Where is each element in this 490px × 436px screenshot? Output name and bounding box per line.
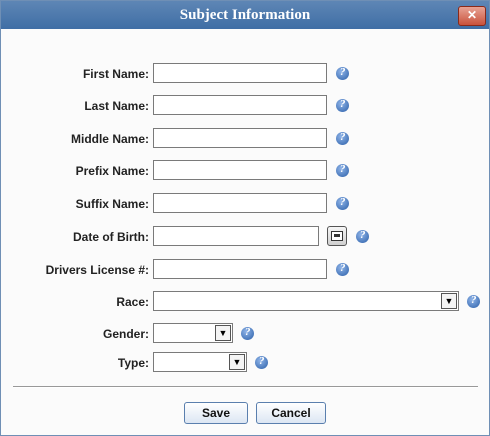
save-button[interactable]: Save [184, 402, 248, 424]
date-of-birth-input[interactable] [153, 226, 319, 246]
last-name-label: Last Name: [84, 99, 149, 113]
help-icon[interactable]: ? [255, 356, 268, 369]
chevron-down-icon[interactable]: ▼ [441, 293, 457, 309]
middle-name-input[interactable] [153, 128, 327, 148]
prefix-name-label: Prefix Name: [75, 164, 149, 178]
gender-label: Gender: [102, 327, 149, 341]
first-name-input[interactable] [153, 63, 327, 83]
calendar-icon[interactable] [327, 226, 347, 246]
last-name-input[interactable] [153, 95, 327, 115]
suffix-name-label: Suffix Name: [75, 197, 149, 211]
race-label: Race: [116, 295, 149, 309]
help-icon[interactable]: ? [336, 99, 349, 112]
chevron-down-icon[interactable]: ▼ [215, 325, 231, 341]
help-icon[interactable]: ? [356, 230, 369, 243]
suffix-name-input[interactable] [153, 193, 327, 213]
first-name-label: First Name: [82, 67, 149, 81]
race-select[interactable]: ▼ [153, 291, 459, 311]
help-icon[interactable]: ? [336, 263, 349, 276]
drivers-license-label: Drivers License #: [45, 263, 149, 277]
help-icon[interactable]: ? [336, 164, 349, 177]
subject-information-dialog: Subject Information ✕ First Name: ? Last… [0, 0, 490, 436]
date-of-birth-label: Date of Birth: [73, 230, 149, 244]
close-icon[interactable]: ✕ [458, 6, 486, 26]
title-bar: Subject Information ✕ [1, 1, 489, 29]
gender-select[interactable]: ▼ [153, 323, 233, 343]
help-icon[interactable]: ? [467, 295, 480, 308]
help-icon[interactable]: ? [336, 67, 349, 80]
middle-name-label: Middle Name: [70, 132, 149, 146]
type-label: Type: [117, 356, 149, 370]
prefix-name-input[interactable] [153, 160, 327, 180]
help-icon[interactable]: ? [241, 327, 254, 340]
help-icon[interactable]: ? [336, 132, 349, 145]
dialog-title: Subject Information [179, 7, 311, 23]
chevron-down-icon[interactable]: ▼ [229, 354, 245, 370]
footer-divider [13, 386, 478, 388]
cancel-button[interactable]: Cancel [256, 402, 326, 424]
drivers-license-input[interactable] [153, 259, 327, 279]
type-select[interactable]: ▼ [153, 352, 247, 372]
help-icon[interactable]: ? [336, 197, 349, 210]
